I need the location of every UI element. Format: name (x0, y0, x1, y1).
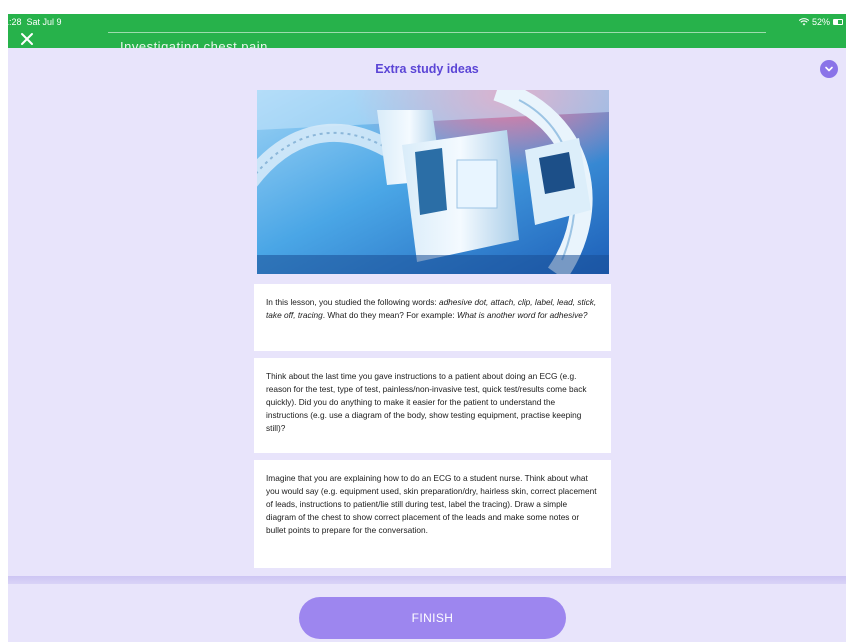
study-idea-card-vocabulary: In this lesson, you studied the followin… (254, 284, 611, 351)
card-text: In this lesson, you studied the followin… (266, 297, 439, 307)
example-question: What is another word for adhesive? (456, 310, 588, 320)
status-right: 52% (798, 17, 843, 27)
study-idea-card-reflection: Think about the last time you gave instr… (254, 358, 611, 453)
card-text: Imagine that you are explaining how to d… (266, 473, 597, 535)
panel-title: Extra study ideas (375, 62, 479, 76)
status-time: 1:28 Sat Jul 9 (4, 17, 62, 27)
wifi-icon (798, 18, 809, 26)
xray-machine-illustration (257, 90, 609, 274)
footer: FINISH (8, 584, 846, 642)
battery-percent: 52% (811, 17, 830, 27)
lesson-title: Investigating chest pain (120, 39, 268, 48)
card-text: Think about the last time you gave instr… (266, 371, 587, 433)
lesson-progress-bar (108, 32, 766, 33)
card-text: . What do they mean? For example: (322, 310, 457, 320)
study-idea-card-roleplay: Imagine that you are explaining how to d… (254, 460, 611, 568)
finish-button[interactable]: FINISH (299, 597, 566, 639)
extra-study-panel: Extra study ideas In this lesson, you st… (8, 48, 846, 576)
app-header: Investigating chest pain (8, 30, 846, 48)
medical-equipment-image (257, 90, 609, 274)
chevron-down-icon (825, 66, 833, 72)
footer-divider (8, 576, 846, 584)
battery-icon (833, 19, 843, 25)
close-icon[interactable] (20, 32, 34, 46)
status-bar: 1:28 Sat Jul 9 52% (4, 14, 846, 30)
collapse-button[interactable] (820, 60, 838, 78)
